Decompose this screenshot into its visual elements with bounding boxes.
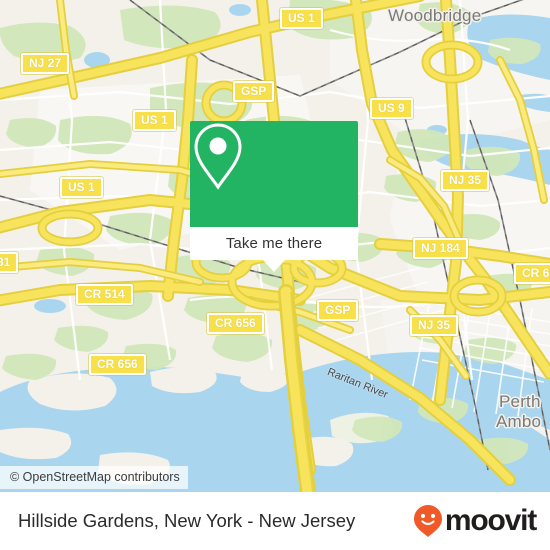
road-shield-nj-27[interactable]: NJ 27 [21, 53, 70, 74]
place-label-woodbridge: Woodbridge [388, 6, 482, 25]
osm-attribution[interactable]: © OpenStreetMap contributors [0, 466, 188, 489]
road-shield-cr-31-edge[interactable]: 31 [0, 252, 19, 273]
road-shield-gsp-top[interactable]: GSP [233, 81, 275, 102]
location-pin-icon [194, 123, 242, 190]
screenshot-root: Woodbridge Perth Ambo Raritan River US 1… [0, 0, 550, 550]
map-canvas[interactable]: Woodbridge Perth Ambo Raritan River US 1… [0, 0, 550, 492]
callout-button[interactable]: Take me there [190, 227, 358, 260]
place-label-amboy: Ambo [496, 412, 542, 431]
road-shield-cr-61-edge[interactable]: CR 61 [514, 263, 550, 284]
road-shield-us-1-top[interactable]: US 1 [280, 8, 323, 29]
moovit-smiley-pin-icon [413, 505, 442, 537]
road-shield-cr-514[interactable]: CR 514 [76, 284, 133, 305]
road-shield-nj-184[interactable]: NJ 184 [413, 238, 468, 259]
moovit-wordmark: moovit [444, 504, 537, 537]
road-shield-gsp-mid[interactable]: GSP [317, 300, 359, 321]
road-shield-us-9[interactable]: US 9 [370, 98, 413, 119]
road-shield-us-1-mid[interactable]: US 1 [60, 177, 103, 198]
page-title: Hillside Gardens, New York - New Jersey [18, 510, 356, 531]
road-shield-nj-35-top[interactable]: NJ 35 [441, 170, 490, 191]
road-shield-us-1-left[interactable]: US 1 [133, 110, 176, 131]
road-shield-cr-656-b[interactable]: CR 656 [89, 354, 146, 375]
place-label-perth: Perth [499, 392, 541, 411]
footer-bar: Hillside Gardens, New York - New Jersey … [0, 492, 550, 550]
callout-button-label: Take me there [225, 235, 323, 252]
take-me-there-callout[interactable]: Take me there [190, 121, 358, 272]
road-shield-cr-656-a[interactable]: CR 656 [207, 313, 264, 334]
callout-tail [263, 260, 285, 272]
moovit-brand[interactable]: moovit [412, 504, 537, 538]
callout-image-area [190, 121, 358, 227]
road-shield-nj-35-low[interactable]: NJ 35 [410, 315, 459, 336]
